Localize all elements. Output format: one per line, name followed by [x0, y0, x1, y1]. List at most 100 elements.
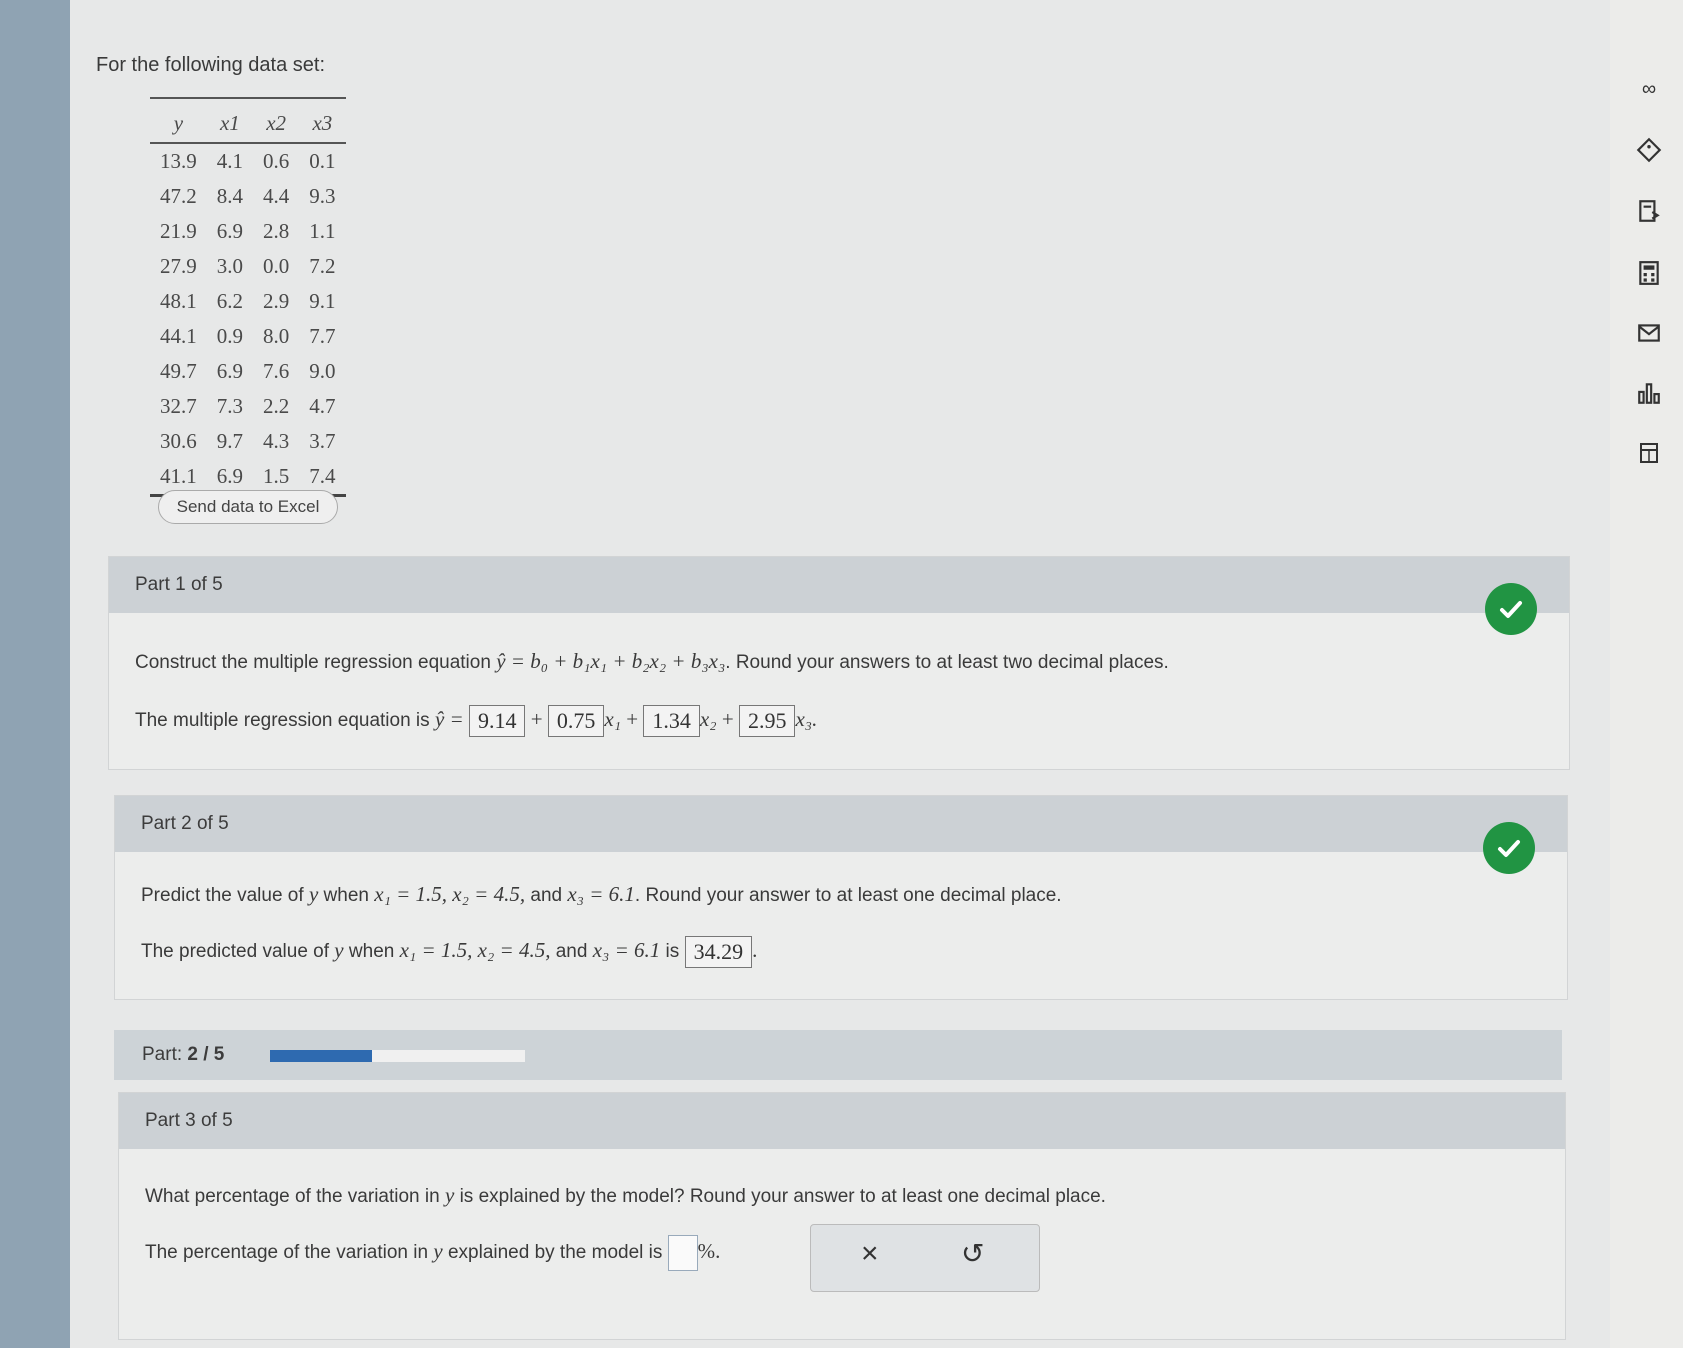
b1-input[interactable]: 0.75 — [547, 705, 605, 737]
table-cell: 8.0 — [263, 324, 290, 348]
table-cell: 6.9 — [216, 359, 243, 383]
b0-input[interactable]: 9.14 — [468, 705, 526, 737]
table-cell: 4.1 — [216, 149, 243, 173]
data-icon[interactable] — [1632, 436, 1666, 470]
table-cell: 1.1 — [309, 219, 336, 243]
column-header: y — [150, 97, 207, 144]
part1-answer-prefix: The multiple regression equation is — [135, 710, 430, 732]
table-cell: 30.6 — [160, 429, 197, 453]
part2-answer-text: is — [665, 941, 680, 963]
table-cell: 0.6 — [263, 149, 290, 173]
part2-answer-text: The predicted value of — [141, 941, 330, 963]
part1-question-prefix: Construct the multiple regression equati… — [135, 652, 491, 673]
table-cell: 13.9 — [160, 149, 197, 173]
table-cell: 7.2 — [309, 254, 336, 278]
given-x3: x₃ = 6.1 — [567, 882, 635, 906]
x2-symbol: x₂ — [699, 707, 717, 732]
intro-text: For the following data set: — [96, 54, 326, 76]
part1-question: Construct the multiple regression equati… — [135, 649, 1169, 674]
part2-header: Part 2 of 5 — [115, 796, 1567, 852]
data-table: y x1 x2 x3 13.9 4.1 0.6 0.1 47.2 8.4 4.4 9.3 21.… — [150, 97, 346, 497]
table-cell: 3.7 — [309, 429, 336, 453]
infinity-icon[interactable]: ∞ — [1632, 72, 1666, 106]
table-cell: 9.3 — [309, 184, 336, 208]
table-cell: 3.0 — [216, 254, 243, 278]
part3-answer: The percentage of the variation in y exp… — [145, 1235, 720, 1271]
column-header: x1 — [206, 97, 253, 144]
percentage-input[interactable] — [667, 1235, 698, 1271]
progress-bar: Part: 2 / 5 — [114, 1030, 1562, 1080]
table-cell: 6.2 — [216, 289, 243, 313]
table-cell: 7.3 — [216, 394, 243, 418]
part2-answer: The predicted value of y when x₁ = 1.5, … — [141, 936, 757, 968]
progress-label-text: Part: — [142, 1044, 183, 1065]
plus-sign: + — [530, 707, 543, 732]
x1-symbol: x₁ — [604, 707, 622, 732]
part2-panel: Part 2 of 5 Predict the value of y when … — [114, 795, 1568, 1000]
part1-answer: The multiple regression equation is ŷ = … — [135, 705, 817, 737]
table-cell: 44.1 — [160, 324, 197, 348]
part1-header: Part 1 of 5 — [109, 557, 1569, 613]
part1-check-icon — [1485, 583, 1537, 635]
period: . — [752, 938, 758, 963]
table-row: 27.9 3.0 0.0 7.2 — [150, 249, 346, 284]
part3-header: Part 3 of 5 — [119, 1093, 1565, 1149]
chart-icon[interactable] — [1632, 376, 1666, 410]
table-row: 32.7 7.3 2.2 4.7 — [150, 389, 346, 424]
column-header: x3 — [299, 97, 346, 144]
given-values: x₁ = 1.5, x₂ = 4.5, — [374, 882, 526, 906]
percent-suffix: %. — [697, 1239, 721, 1264]
y-symbol: y — [433, 1239, 443, 1264]
predicted-value-input[interactable]: 34.29 — [684, 936, 753, 968]
table-cell: 4.7 — [309, 394, 336, 418]
y-symbol: y — [334, 938, 344, 963]
book-icon[interactable] — [1632, 194, 1666, 228]
part2-question-text: and — [530, 885, 563, 906]
yhat-symbol: ŷ = — [434, 707, 464, 732]
part3-answer-text: The percentage of the variation in — [145, 1242, 429, 1264]
part3-question-text: What percentage of the variation in — [145, 1186, 440, 1207]
table-cell: 4.4 — [263, 184, 290, 208]
table-cell: 2.9 — [263, 289, 290, 313]
calculator-icon[interactable] — [1632, 256, 1666, 290]
x3-symbol: x₃. — [795, 707, 818, 732]
part2-question-suffix: . Round your answer to at least one deci… — [634, 885, 1062, 906]
table-cell: 7.7 — [309, 324, 336, 348]
mail-icon[interactable] — [1632, 316, 1666, 350]
column-header: x2 — [253, 97, 300, 144]
table-row: 48.1 6.2 2.9 9.1 — [150, 284, 346, 319]
table-cell: 47.2 — [160, 184, 197, 208]
regression-equation: ŷ = b₀ + b₁x₁ + b₂x₂ + b₃x₃ — [496, 649, 726, 673]
progress-label: Part: 2 / 5 — [142, 1044, 224, 1066]
table-cell: 9.1 — [309, 289, 336, 313]
tag-icon[interactable] — [1632, 133, 1666, 167]
given-values: x₁ = 1.5, x₂ = 4.5, — [399, 938, 551, 963]
part3-question: What percentage of the variation in y is… — [145, 1183, 1106, 1208]
table-cell: 32.7 — [160, 394, 197, 418]
clear-button[interactable]: × — [861, 1237, 879, 1271]
part2-question: Predict the value of y when x₁ = 1.5, x₂… — [141, 882, 1062, 907]
progress-fill — [270, 1050, 372, 1062]
table-cell: 2.2 — [263, 394, 290, 418]
undo-button[interactable]: ↺ — [961, 1237, 984, 1270]
table-cell: 0.1 — [309, 149, 336, 173]
part3-answer-text: explained by the model is — [447, 1242, 663, 1264]
part1-panel: Part 1 of 5 Construct the multiple regre… — [108, 556, 1570, 770]
part2-question-text: when — [323, 885, 369, 906]
b2-input[interactable]: 1.34 — [643, 705, 700, 737]
b3-input[interactable]: 2.95 — [738, 705, 796, 737]
table-cell: 4.3 — [263, 429, 290, 453]
part3-question-text: is explained by the model? Round your an… — [459, 1186, 1106, 1207]
table-cell: 27.9 — [160, 254, 197, 278]
table-cell: 8.4 — [216, 184, 243, 208]
table-row: 13.9 4.1 0.6 0.1 — [150, 143, 346, 179]
answer-actions: × ↺ — [810, 1224, 1040, 1292]
part1-question-suffix: . Round your answers to at least two dec… — [725, 652, 1169, 673]
table-cell: 48.1 — [160, 289, 197, 313]
y-symbol: y — [308, 882, 319, 906]
table-cell: 0.9 — [216, 324, 243, 348]
progress-track — [270, 1050, 525, 1062]
send-to-excel-button[interactable]: Send data to Excel — [158, 490, 338, 524]
table-row: 30.6 9.7 4.3 3.7 — [150, 424, 346, 459]
table-cell: 2.8 — [263, 219, 290, 243]
